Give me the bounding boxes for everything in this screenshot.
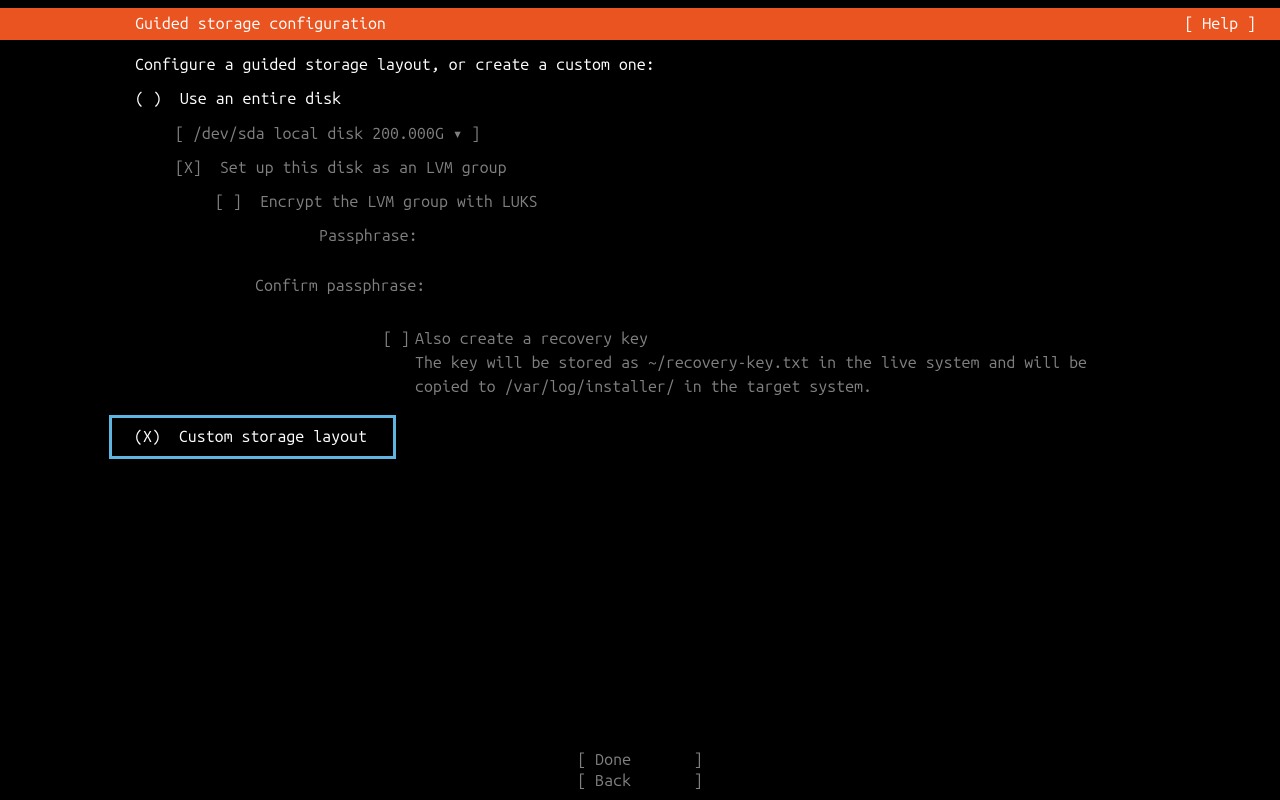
use-entire-disk-option[interactable]: ( ) Use an entire disk bbox=[135, 90, 1280, 108]
recovery-description: The key will be stored as ~/recovery-key… bbox=[415, 351, 1130, 399]
lvm-label: Set up this disk as an LVM group bbox=[220, 159, 507, 177]
encrypt-checkbox-option[interactable]: [ ] Encrypt the LVM group with LUKS bbox=[135, 193, 1280, 211]
lvm-checkbox-option[interactable]: [X] Set up this disk as an LVM group bbox=[135, 159, 1280, 177]
passphrase-label: Passphrase: bbox=[135, 227, 1280, 245]
help-button[interactable]: [ Help ] bbox=[1184, 15, 1256, 33]
page-title: Guided storage configuration bbox=[135, 15, 386, 33]
custom-storage-layout-option[interactable]: (X) Custom storage layout bbox=[109, 415, 396, 459]
radio-marker: (X) bbox=[134, 428, 161, 446]
radio-marker: ( ) bbox=[135, 90, 162, 108]
footer-buttons: [ Done ] [ Back ] bbox=[0, 750, 1280, 792]
header-bar: Guided storage configuration [ Help ] bbox=[0, 8, 1280, 40]
custom-layout-label: Custom storage layout bbox=[179, 428, 367, 446]
done-button[interactable]: [ Done ] bbox=[577, 750, 702, 771]
encrypt-label: Encrypt the LVM group with LUKS bbox=[260, 193, 538, 211]
checkbox-marker: [ ] bbox=[215, 193, 242, 211]
recovery-label: Also create a recovery key bbox=[415, 327, 1130, 351]
confirm-passphrase-label: Confirm passphrase: bbox=[135, 277, 1280, 295]
checkbox-marker: [ ] bbox=[383, 327, 415, 351]
instruction-text: Configure a guided storage layout, or cr… bbox=[135, 56, 1280, 74]
main-content: Configure a guided storage layout, or cr… bbox=[0, 40, 1280, 459]
disk-selector-dropdown[interactable]: [ /dev/sda local disk 200.000G ▾ ] bbox=[135, 124, 1280, 143]
checkbox-marker: [X] bbox=[175, 159, 202, 177]
back-button[interactable]: [ Back ] bbox=[577, 771, 702, 792]
use-entire-disk-label: Use an entire disk bbox=[180, 90, 341, 108]
recovery-key-option[interactable]: [ ] Also create a recovery key The key w… bbox=[135, 327, 1280, 399]
